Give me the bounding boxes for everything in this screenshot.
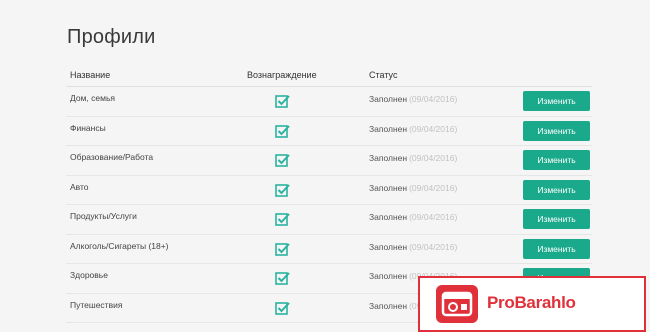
profile-name: Финансы — [70, 122, 106, 133]
status-date: (09/04/2016) — [409, 182, 458, 193]
status-label: Заполнен — [369, 241, 408, 252]
edit-button[interactable]: Изменить — [523, 150, 590, 170]
profile-name: Дом, семья — [70, 93, 115, 103]
status-label: Заполнен — [369, 271, 408, 281]
profile-name: Здоровье — [70, 270, 108, 280]
header-name: Название — [70, 70, 111, 80]
checked-box-icon — [275, 95, 290, 108]
status-date: (09/04/2016) — [409, 153, 458, 163]
table-row: Образование/Работа Заполнен (09/04/2016) Из… — [66, 146, 592, 176]
status-label: Заполнен — [369, 182, 408, 193]
status-text: Заполнен(09/04/2016) — [369, 94, 457, 104]
edit-button[interactable]: Изменить — [523, 91, 590, 111]
status-text: Заполнен(09/04/2016) — [369, 153, 457, 163]
status-label: Заполнен — [369, 300, 408, 311]
status-text: Заполнен(09/04/2016) — [369, 242, 457, 252]
wallet-icon — [436, 285, 478, 323]
profile-name: Образование/Работа — [70, 152, 154, 162]
watermark-logo: ProBarahlo — [418, 276, 646, 332]
checked-box-icon — [275, 124, 290, 138]
status-date: (09/04/2016) — [409, 212, 458, 222]
table-row: Продукты/Услуги Заполнен (09/04/2016) Измен… — [66, 205, 592, 235]
status-label: Заполнен — [369, 212, 408, 222]
table-header: Название Вознаграждение Статус — [66, 68, 592, 87]
header-reward: Вознаграждение — [247, 70, 317, 80]
checked-box-icon — [275, 242, 290, 256]
table-row: Дом, семья Заполнен (09/04/2016) Изменить — [66, 87, 592, 117]
edit-button[interactable]: Изменить — [523, 209, 590, 229]
table-row: Финансы Заполнен (09/04/2016) Изменить — [66, 117, 592, 146]
profile-name: Авто — [70, 181, 89, 192]
checked-box-icon — [275, 301, 290, 315]
status-date: (09/04/2016) — [409, 241, 458, 252]
status-label: Заполнен — [369, 123, 408, 134]
checked-box-icon — [275, 154, 290, 167]
status-text: Заполнен(09/04/2016) — [369, 124, 457, 134]
edit-button[interactable]: Изменить — [523, 179, 590, 200]
checked-box-icon — [275, 213, 290, 226]
table-row: Авто Заполнен (09/04/2016) Изменить — [66, 176, 592, 205]
page-title: Профили — [67, 26, 156, 48]
checked-box-icon — [275, 183, 290, 197]
profile-name: Продукты/Услуги — [70, 211, 137, 221]
edit-button[interactable]: Изменить — [523, 120, 590, 141]
status-text: Заполнен(09/04/2016) — [369, 212, 457, 222]
checked-box-icon — [275, 272, 290, 285]
status-text: Заполнен(09/04/2016) — [369, 183, 457, 193]
table-row: Алкоголь/Сигареты (18+) Заполнен (09/04/20… — [66, 235, 592, 264]
watermark-text: ProBarahlo — [487, 293, 576, 312]
status-date: (09/04/2016) — [409, 94, 458, 104]
profile-name: Алкоголь/Сигареты (18+) — [70, 240, 169, 251]
status-label: Заполнен — [369, 153, 408, 163]
status-date: (09/04/2016) — [409, 123, 458, 134]
header-status: Статус — [369, 70, 398, 80]
edit-button[interactable]: Изменить — [523, 238, 590, 259]
status-label: Заполнен — [369, 94, 408, 104]
profile-name: Путешествия — [70, 299, 123, 310]
